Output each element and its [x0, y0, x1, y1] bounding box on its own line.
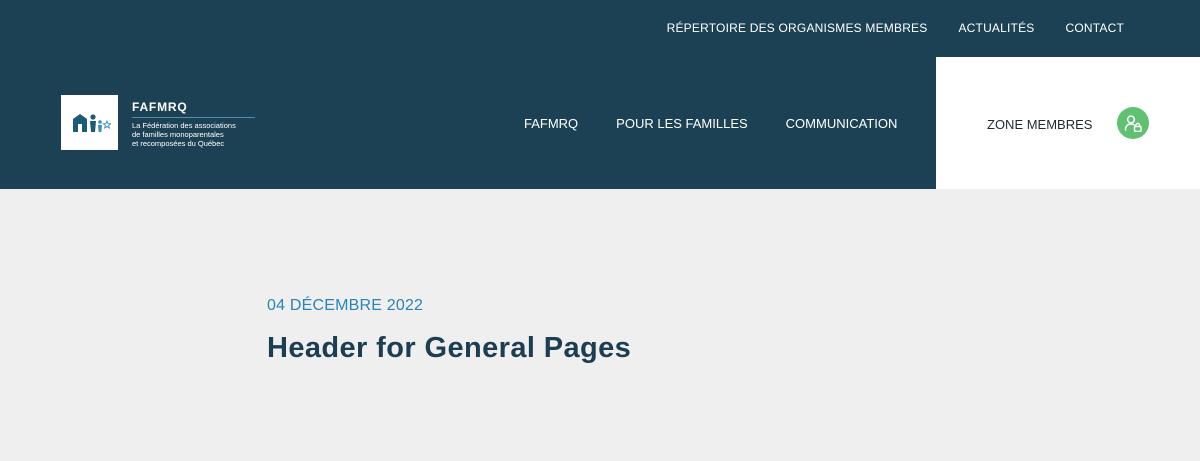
page-title: Header for General Pages — [267, 332, 632, 364]
top-nav-repertoire-link[interactable]: RÉPERTOIRE DES ORGANISMES MEMBRES — [667, 21, 928, 35]
article-date: 04 DÉCEMBRE 2022 — [267, 297, 424, 314]
logo-emblem — [61, 95, 118, 150]
user-lock-icon — [1124, 115, 1142, 133]
top-nav-contact-link[interactable]: CONTACT — [1065, 21, 1124, 35]
logo-tagline-line: et recomposées du Québec — [132, 139, 225, 148]
logo-tagline-line: La Fédération des associations — [132, 121, 236, 130]
top-nav: RÉPERTOIRE DES ORGANISMES MEMBRES ACTUAL… — [667, 21, 1124, 35]
logo-name: FAFMRQ — [132, 100, 255, 118]
logo-tagline-line: de familles monoparentales — [132, 130, 224, 139]
members-zone-link[interactable]: ZONE MEMBRES — [987, 117, 1092, 132]
members-zone-button[interactable] — [1117, 107, 1149, 139]
main-nav-familles-link[interactable]: POUR LES FAMILLES — [616, 116, 748, 131]
main-nav-fafmrq-link[interactable]: FAFMRQ — [524, 116, 578, 131]
logo-text: FAFMRQ La Fédération des associations de… — [132, 98, 262, 148]
site-logo[interactable]: FAFMRQ La Fédération des associations de… — [61, 95, 262, 150]
main-nav-communication-link[interactable]: COMMUNICATION — [786, 116, 898, 131]
members-zone: ZONE MEMBRES — [936, 57, 1200, 189]
top-nav-actualites-link[interactable]: ACTUALITÉS — [958, 21, 1034, 35]
logo-tagline: La Fédération des associations de famill… — [132, 121, 262, 148]
site-header: RÉPERTOIRE DES ORGANISMES MEMBRES ACTUAL… — [0, 0, 1200, 189]
family-house-icon — [72, 113, 111, 132]
article-header: 04 DÉCEMBRE 2022 Header for General Page… — [267, 297, 631, 365]
main-nav: FAFMRQ POUR LES FAMILLES COMMUNICATION — [524, 116, 897, 131]
